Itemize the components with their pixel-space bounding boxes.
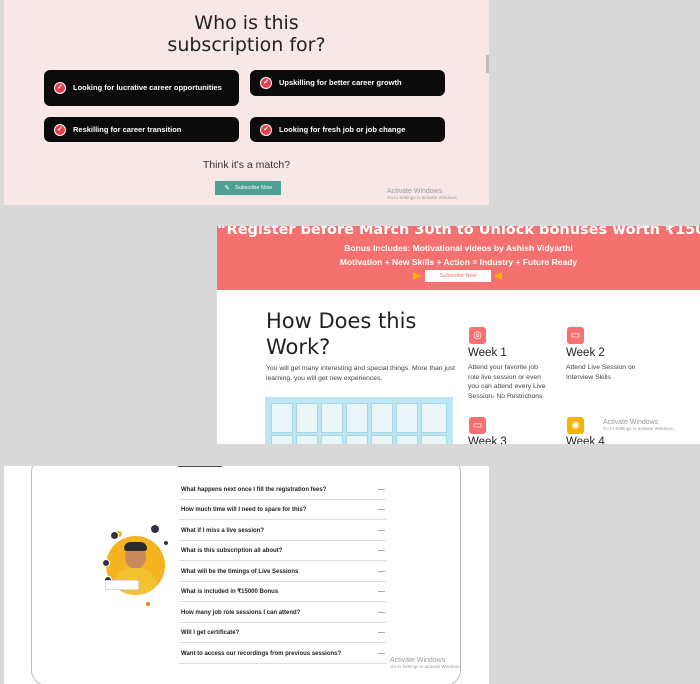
faq-tab-underline <box>178 466 222 467</box>
faq-question: What happens next once I fill the regist… <box>181 486 327 493</box>
faq-question: How much time will I need to spare for t… <box>181 506 307 513</box>
bonus-includes-text: Bonus Includes: Motivational videos by A… <box>344 243 573 253</box>
expand-toggle-icon[interactable]: — <box>378 609 387 616</box>
expand-toggle-icon[interactable]: — <box>378 568 387 575</box>
windows-watermark: Activate Windows Go to Settings to activ… <box>387 188 458 200</box>
faq-question: What is included in ₹15000 Bonus <box>181 589 279 595</box>
expand-toggle-icon[interactable]: — <box>378 547 387 554</box>
scrollbar-thumb[interactable] <box>486 55 489 73</box>
faq-item-5[interactable]: What will be the timings of Live Session… <box>179 562 387 582</box>
check-circle-icon: ✓ <box>260 123 272 136</box>
skills-equation-text: Motivation + New Skills + Action = Indus… <box>339 257 578 267</box>
faq-question: Want to access our recordings from previ… <box>181 650 342 657</box>
check-circle-icon: ✓ <box>54 82 66 94</box>
faq-question: How many job role sessions I can attend? <box>181 609 301 616</box>
audience-option-4: ✓ Looking for fresh job or job change <box>250 117 445 142</box>
user-icon: ◉ <box>567 417 584 434</box>
how-it-works-description: You will get many interesting and specia… <box>266 365 456 382</box>
audience-heading: Who is this subscription for? <box>4 12 489 56</box>
icon-bubble <box>110 531 119 540</box>
week-1-description: Attend your favorite job role live sessi… <box>468 364 546 400</box>
compass-icon: ◎ <box>469 327 486 344</box>
faq-item-1[interactable]: What happens next once I fill the regist… <box>179 480 387 500</box>
faq-question: Will I get certificate? <box>181 629 240 636</box>
audience-option-label: Looking for lucrative career opportuniti… <box>73 83 222 92</box>
subscribe-now-button[interactable]: ✎ Subscribe Now <box>215 181 281 195</box>
audience-option-1: ✓ Looking for lucrative career opportuni… <box>44 70 239 106</box>
bonus-banner: “Register before March 30th to Unlock bo… <box>217 226 700 290</box>
expand-toggle-icon[interactable]: — <box>378 527 387 534</box>
decor-dot <box>164 541 168 545</box>
icon-bubble <box>150 524 160 534</box>
faq-section: What happens next once I fill the regist… <box>4 466 489 684</box>
watermark-title: Activate Windows <box>603 419 659 426</box>
video-icon: ▭ <box>469 417 486 434</box>
windows-watermark: Activate Windows Go to Settings to activ… <box>390 657 461 669</box>
audience-heading-line1: Who is this <box>194 12 299 34</box>
audience-option-label: Upskilling for better career growth <box>279 78 402 87</box>
audience-heading-line2: subscription for? <box>167 34 326 56</box>
week-2-description: Attend Live Session on Interview Skills <box>566 364 636 381</box>
watermark-title: Activate Windows <box>387 188 443 195</box>
speech-tag <box>105 580 139 590</box>
arrow-left-icon <box>494 272 502 280</box>
subscribe-now-button[interactable]: Subscribe Now <box>425 270 491 282</box>
week-2-title: Week 2 <box>566 347 605 359</box>
faq-item-2[interactable]: How much time will I need to spare for t… <box>179 500 387 520</box>
watermark-subtitle: Go to Settings to activate Windows. <box>387 195 459 200</box>
faq-item-6[interactable]: What is included in ₹15000 Bonus — <box>179 582 387 602</box>
watermark-subtitle: Go to Settings to activate Windows. <box>603 426 675 431</box>
check-circle-icon: ✓ <box>54 123 66 136</box>
decor-dot <box>146 602 150 606</box>
how-it-works-section: “Register before March 30th to Unlock bo… <box>217 226 700 444</box>
expand-toggle-icon[interactable]: — <box>378 588 387 595</box>
faq-question: What is this subscription all about? <box>181 547 283 554</box>
windows-watermark: Activate Windows Go to Settings to activ… <box>603 419 674 431</box>
faq-item-3[interactable]: What if I miss a live session? — <box>179 521 387 541</box>
week-3-title: Week 3 <box>468 436 507 444</box>
audience-option-2: ✓ Upskilling for better career growth <box>250 70 445 96</box>
expand-toggle-icon[interactable]: — <box>378 486 387 493</box>
expand-toggle-icon[interactable]: — <box>378 506 387 513</box>
audience-option-label: Reskilling for career transition <box>73 124 182 134</box>
week-1-title: Week 1 <box>468 347 507 359</box>
faq-item-8[interactable]: Will I get certificate? — <box>179 623 387 643</box>
week-4-title: Week 4 <box>566 436 605 444</box>
video-icon: ▭ <box>567 327 584 344</box>
faq-question: What if I miss a live session? <box>181 527 265 534</box>
audience-option-label: Looking for fresh job or job change <box>279 124 406 134</box>
subscribe-now-label: Subscribe Now <box>234 185 272 191</box>
icon-bubble <box>102 559 110 567</box>
expand-toggle-icon[interactable]: — <box>378 629 387 636</box>
expand-toggle-icon[interactable]: — <box>378 650 387 657</box>
watermark-title: Activate Windows <box>390 657 446 664</box>
arrow-right-icon <box>413 272 421 280</box>
watermark-subtitle: Go to Settings to activate Windows. <box>390 664 462 669</box>
audience-section: Who is this subscription for? ✓ Looking … <box>4 0 489 205</box>
how-it-works-heading: How Does this Work? <box>266 309 417 359</box>
faq-item-7[interactable]: How many job role sessions I can attend?… <box>179 603 387 623</box>
faq-item-9[interactable]: Want to access our recordings from previ… <box>179 644 387 664</box>
bonus-headline: “Register before March 30th to Unlock bo… <box>217 226 700 238</box>
schedule-calendar-image <box>265 397 453 444</box>
audience-option-3: ✓ Reskilling for career transition <box>44 117 239 142</box>
pencil-icon: ✎ <box>224 185 230 192</box>
match-prompt: Think it's a match? <box>202 159 291 171</box>
faq-item-4[interactable]: What is this subscription all about? — <box>179 541 387 561</box>
check-circle-icon: ✓ <box>260 77 272 89</box>
faq-question: What will be the timings of Live Session… <box>181 568 299 575</box>
